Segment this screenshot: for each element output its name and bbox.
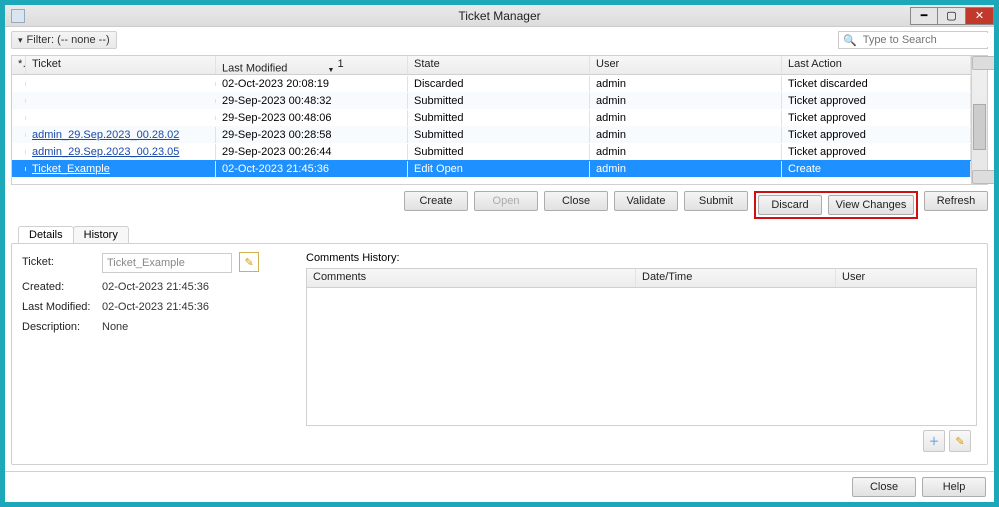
table-row[interactable]: 29-Sep-2023 00:48:06SubmittedadminTicket… bbox=[12, 109, 971, 126]
table-row[interactable]: admin_29.Sep.2023_00.28.0229-Sep-2023 00… bbox=[12, 126, 971, 143]
col-comments[interactable]: Comments bbox=[307, 269, 636, 287]
col-c-user[interactable]: User bbox=[836, 269, 976, 287]
close-window-button[interactable]: ✕ bbox=[966, 7, 994, 25]
edit-comment-button[interactable]: ✎ bbox=[949, 430, 971, 452]
col-ticket[interactable]: Ticket bbox=[26, 56, 216, 74]
description-label: Description: bbox=[22, 321, 102, 333]
col-user[interactable]: User bbox=[590, 56, 782, 74]
comments-grid: Comments Date/Time User bbox=[306, 268, 977, 426]
dialog-footer: Close Help bbox=[5, 471, 994, 502]
created-label: Created: bbox=[22, 281, 102, 293]
tab-details[interactable]: Details bbox=[18, 226, 74, 243]
vertical-scrollbar[interactable] bbox=[971, 56, 987, 184]
scroll-up-button[interactable] bbox=[972, 56, 994, 70]
table-row[interactable]: 02-Oct-2023 20:08:19DiscardedadminTicket… bbox=[12, 75, 971, 92]
pencil-icon: ✎ bbox=[244, 256, 253, 269]
scroll-thumb[interactable] bbox=[973, 104, 986, 150]
window: Ticket Manager ━ ▢ ✕ ▾ Filter: (-- none … bbox=[4, 4, 995, 503]
dialog-close-button[interactable]: Close bbox=[852, 477, 916, 497]
ticket-link[interactable]: admin_29.Sep.2023_00.28.02 bbox=[32, 129, 179, 141]
col-last-action[interactable]: Last Action bbox=[782, 56, 971, 74]
refresh-button[interactable]: Refresh bbox=[924, 191, 988, 211]
modified-label: Last Modified: bbox=[22, 301, 102, 313]
grid-header: * Ticket Last Modified▼ 1 State User Las… bbox=[12, 56, 971, 75]
tab-history[interactable]: History bbox=[73, 226, 129, 243]
col-last-modified[interactable]: Last Modified▼ 1 bbox=[216, 56, 408, 74]
ticket-grid: * Ticket Last Modified▼ 1 State User Las… bbox=[11, 55, 988, 185]
minimize-button[interactable]: ━ bbox=[910, 7, 938, 25]
modified-value: 02-Oct-2023 21:45:36 bbox=[102, 301, 282, 313]
open-button[interactable]: Open bbox=[474, 191, 538, 211]
edit-ticket-button[interactable]: ✎ bbox=[239, 252, 259, 272]
ticket-link[interactable]: admin_29.Sep.2023_00.23.05 bbox=[32, 146, 179, 158]
chevron-down-icon: ▾ bbox=[18, 35, 23, 46]
table-row[interactable]: Ticket_Example02-Oct-2023 21:45:36Edit O… bbox=[12, 160, 971, 177]
description-value: None bbox=[102, 321, 282, 333]
titlebar: Ticket Manager ━ ▢ ✕ bbox=[5, 5, 994, 27]
help-button[interactable]: Help bbox=[922, 477, 986, 497]
add-comment-button[interactable]: ＋ bbox=[923, 430, 945, 452]
created-value: 02-Oct-2023 21:45:36 bbox=[102, 281, 282, 293]
sort-desc-icon: ▼ bbox=[327, 67, 334, 74]
highlight-box: Discard View Changes bbox=[754, 191, 918, 219]
comments-title: Comments History: bbox=[306, 252, 977, 264]
pencil-icon: ✎ bbox=[955, 435, 964, 448]
submit-button[interactable]: Submit bbox=[684, 191, 748, 211]
discard-button[interactable]: Discard bbox=[758, 195, 822, 215]
details-panel: Details History Ticket: ✎ Created: 02-Oc… bbox=[11, 243, 988, 465]
window-title: Ticket Manager bbox=[5, 9, 994, 23]
search-icon: 🔍 bbox=[843, 34, 857, 47]
validate-button[interactable]: Validate bbox=[614, 191, 678, 211]
view-changes-button[interactable]: View Changes bbox=[828, 195, 914, 215]
search-input[interactable] bbox=[861, 33, 994, 47]
table-row[interactable]: 29-Sep-2023 00:48:32SubmittedadminTicket… bbox=[12, 92, 971, 109]
plus-icon: ＋ bbox=[929, 433, 940, 449]
action-toolbar: Create Open Close Validate Submit Discar… bbox=[11, 191, 988, 219]
maximize-button[interactable]: ▢ bbox=[938, 7, 966, 25]
row-selector-header[interactable]: * bbox=[12, 56, 26, 74]
search-box[interactable]: 🔍 bbox=[838, 31, 988, 49]
create-button[interactable]: Create bbox=[404, 191, 468, 211]
filter-label: Filter: (-- none --) bbox=[27, 34, 110, 46]
filter-dropdown[interactable]: ▾ Filter: (-- none --) bbox=[11, 31, 117, 49]
col-datetime[interactable]: Date/Time bbox=[636, 269, 836, 287]
col-state[interactable]: State bbox=[408, 56, 590, 74]
app-icon bbox=[11, 9, 25, 23]
scroll-down-button[interactable] bbox=[972, 170, 994, 184]
close-button[interactable]: Close bbox=[544, 191, 608, 211]
ticket-name-input[interactable] bbox=[102, 253, 232, 273]
ticket-link[interactable]: Ticket_Example bbox=[32, 163, 110, 175]
table-row[interactable]: admin_29.Sep.2023_00.23.0529-Sep-2023 00… bbox=[12, 143, 971, 160]
ticket-label: Ticket: bbox=[22, 256, 102, 268]
